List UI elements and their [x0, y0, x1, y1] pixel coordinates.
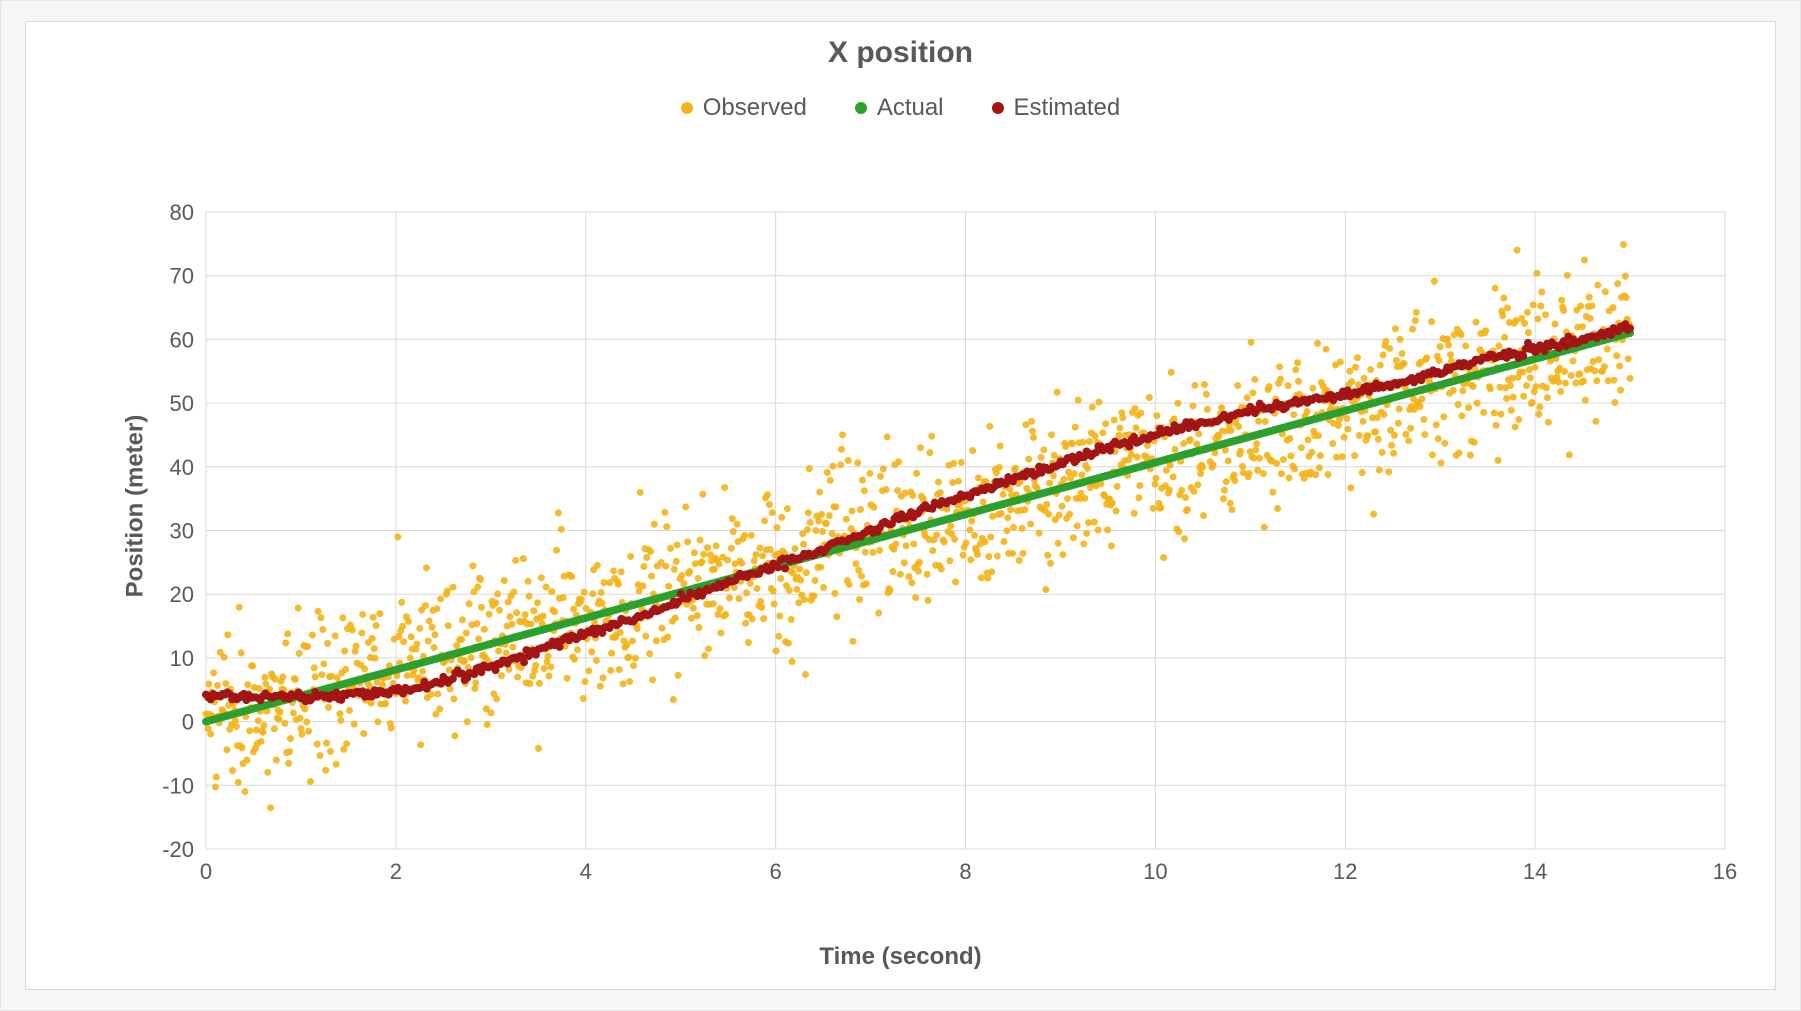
svg-text:40: 40 — [170, 455, 194, 480]
legend-label: Estimated — [1014, 94, 1121, 122]
legend-dot-icon — [855, 102, 867, 114]
plot-svg: 0 2 4 6 8 10 12 14 16 -20 -10 0 10 20 30 40 50 60 70 80 — [96, 202, 1745, 909]
legend: Observed Actual Estimated — [26, 70, 1775, 122]
chart-container: X position Observed Actual Estimated Pos… — [0, 0, 1801, 1011]
chart-frame: X position Observed Actual Estimated Pos… — [25, 21, 1776, 990]
svg-text:30: 30 — [170, 519, 194, 544]
svg-text:6: 6 — [770, 859, 782, 884]
svg-text:4: 4 — [580, 859, 592, 884]
svg-text:14: 14 — [1523, 859, 1547, 884]
legend-label: Actual — [877, 94, 944, 122]
svg-text:60: 60 — [170, 327, 194, 352]
legend-item-observed: Observed — [681, 94, 807, 122]
legend-label: Observed — [703, 94, 807, 122]
legend-dot-icon — [992, 102, 1004, 114]
svg-text:-20: -20 — [162, 837, 194, 862]
x-axis-label: Time (second) — [819, 943, 981, 971]
series-actual — [202, 329, 1634, 726]
svg-text:2: 2 — [390, 859, 402, 884]
legend-item-estimated: Estimated — [992, 94, 1121, 122]
svg-text:80: 80 — [170, 202, 194, 225]
svg-text:10: 10 — [170, 646, 194, 671]
svg-text:-10: -10 — [162, 773, 194, 798]
svg-text:0: 0 — [182, 710, 194, 735]
plot-area: 0 2 4 6 8 10 12 14 16 -20 -10 0 10 20 30 40 50 60 70 80 — [96, 202, 1745, 909]
svg-text:0: 0 — [200, 859, 212, 884]
svg-text:50: 50 — [170, 391, 194, 416]
svg-text:10: 10 — [1143, 859, 1167, 884]
svg-text:8: 8 — [959, 859, 971, 884]
svg-text:20: 20 — [170, 582, 194, 607]
chart-title: X position — [26, 22, 1775, 70]
svg-text:70: 70 — [170, 264, 194, 289]
legend-item-actual: Actual — [855, 94, 944, 122]
svg-text:16: 16 — [1713, 859, 1737, 884]
svg-text:12: 12 — [1333, 859, 1357, 884]
legend-dot-icon — [681, 102, 693, 114]
